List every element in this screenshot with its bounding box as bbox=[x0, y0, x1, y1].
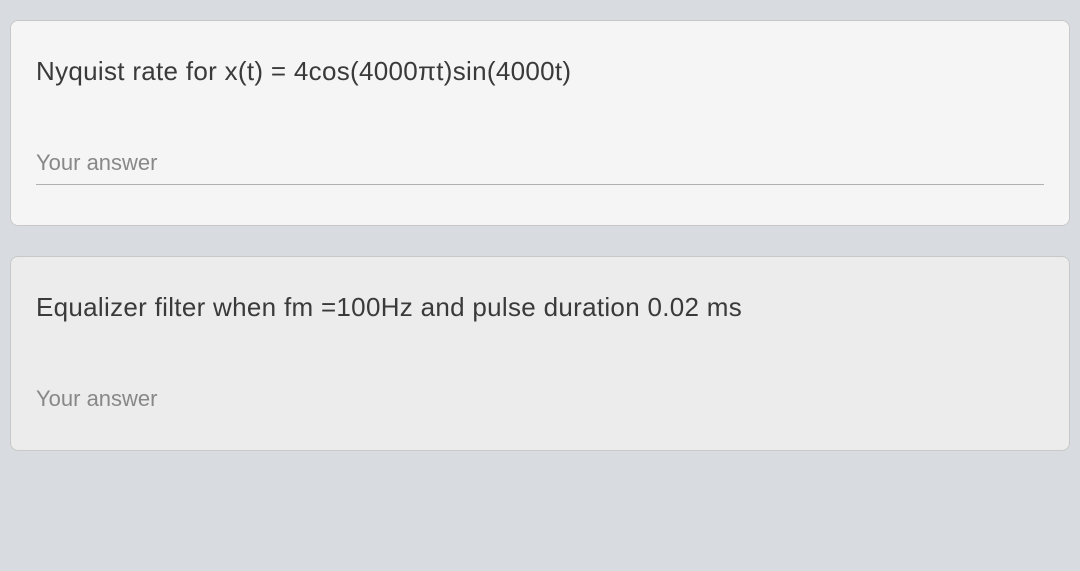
question-card-1: Nyquist rate for x(t) = 4cos(4000πt)sin(… bbox=[10, 20, 1070, 226]
question-card-2: Equalizer filter when fm =100Hz and puls… bbox=[10, 256, 1070, 451]
answer-input-1[interactable] bbox=[36, 142, 1044, 185]
question-text-2: Equalizer filter when fm =100Hz and puls… bbox=[36, 292, 1044, 323]
question-text-1: Nyquist rate for x(t) = 4cos(4000πt)sin(… bbox=[36, 56, 1044, 87]
answer-label-2: Your answer bbox=[36, 378, 1044, 420]
